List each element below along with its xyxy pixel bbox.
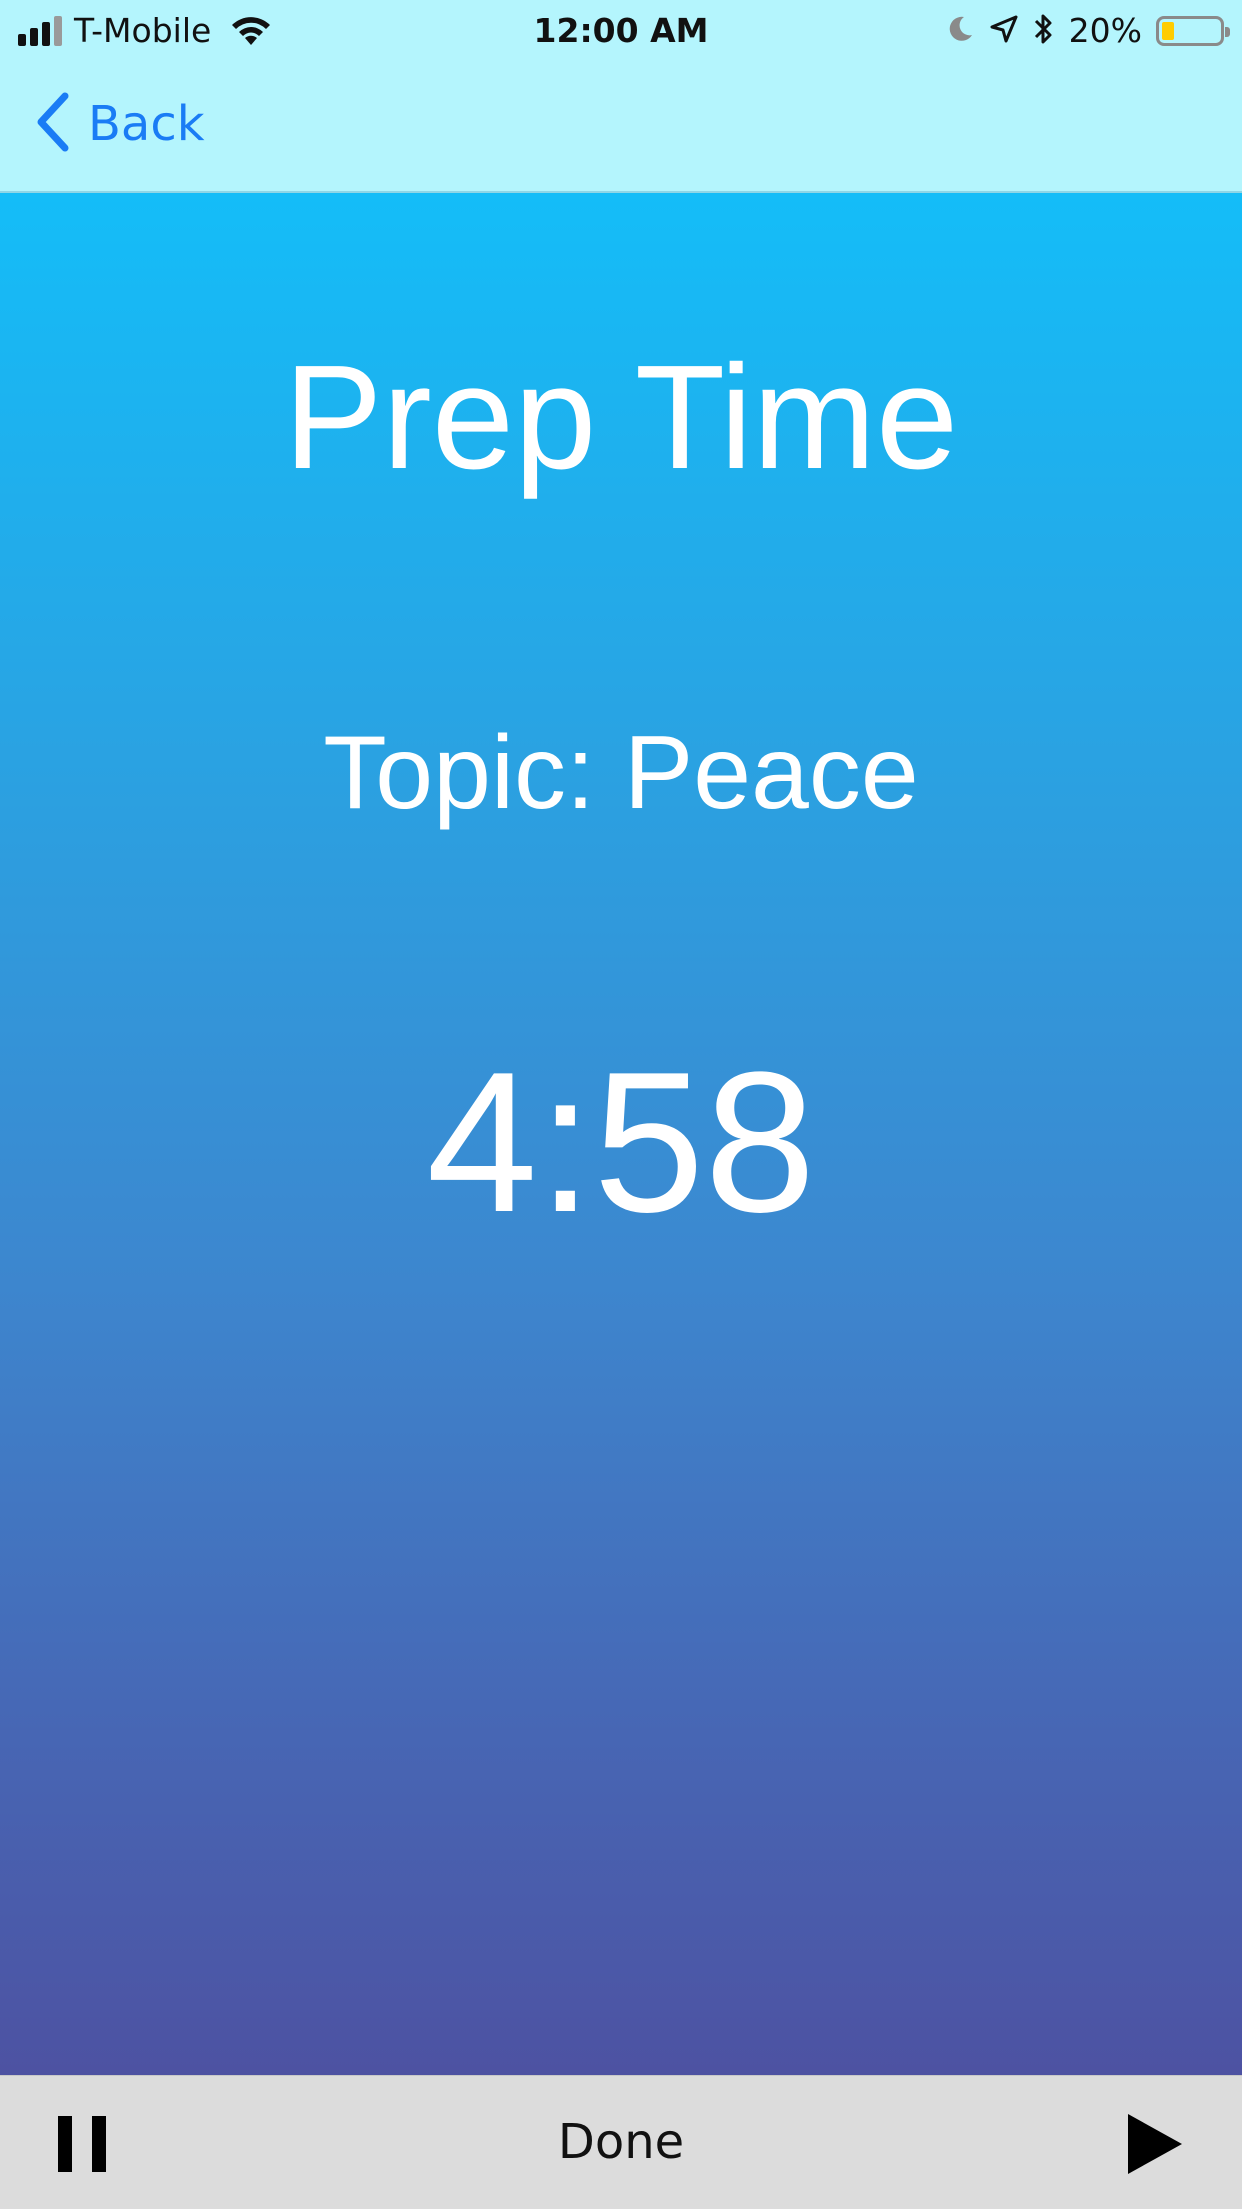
back-label: Back bbox=[88, 96, 205, 152]
battery-percent: 20% bbox=[1068, 11, 1142, 50]
topic-label: Topic: Peace bbox=[323, 715, 919, 831]
battery-nub bbox=[1225, 27, 1230, 37]
page-title: Prep Time bbox=[283, 335, 959, 500]
done-button[interactable]: Done bbox=[558, 2114, 684, 2170]
pause-bar-right bbox=[92, 2116, 106, 2172]
pause-bar-left bbox=[58, 2116, 72, 2172]
back-button[interactable]: Back bbox=[36, 92, 205, 156]
play-icon[interactable] bbox=[1128, 2114, 1182, 2174]
bottom-toolbar: Done bbox=[0, 2075, 1242, 2209]
battery-level bbox=[1162, 22, 1174, 40]
chevron-left-icon bbox=[36, 92, 70, 156]
top-bar: T-Mobile 12:00 AM 20% Back bbox=[0, 0, 1242, 193]
status-right: 20% bbox=[945, 8, 1230, 54]
countdown-timer: 4:58 bbox=[426, 1031, 816, 1254]
moon-icon bbox=[945, 14, 975, 48]
status-bar: T-Mobile 12:00 AM 20% bbox=[0, 0, 1242, 62]
timer-screen: Prep Time Topic: Peace 4:58 bbox=[0, 193, 1242, 2075]
done-row: Done bbox=[0, 2112, 1242, 2172]
pause-icon[interactable] bbox=[58, 2116, 106, 2172]
bluetooth-icon bbox=[1033, 12, 1055, 50]
battery-icon bbox=[1156, 16, 1230, 46]
location-arrow-icon bbox=[989, 14, 1019, 48]
